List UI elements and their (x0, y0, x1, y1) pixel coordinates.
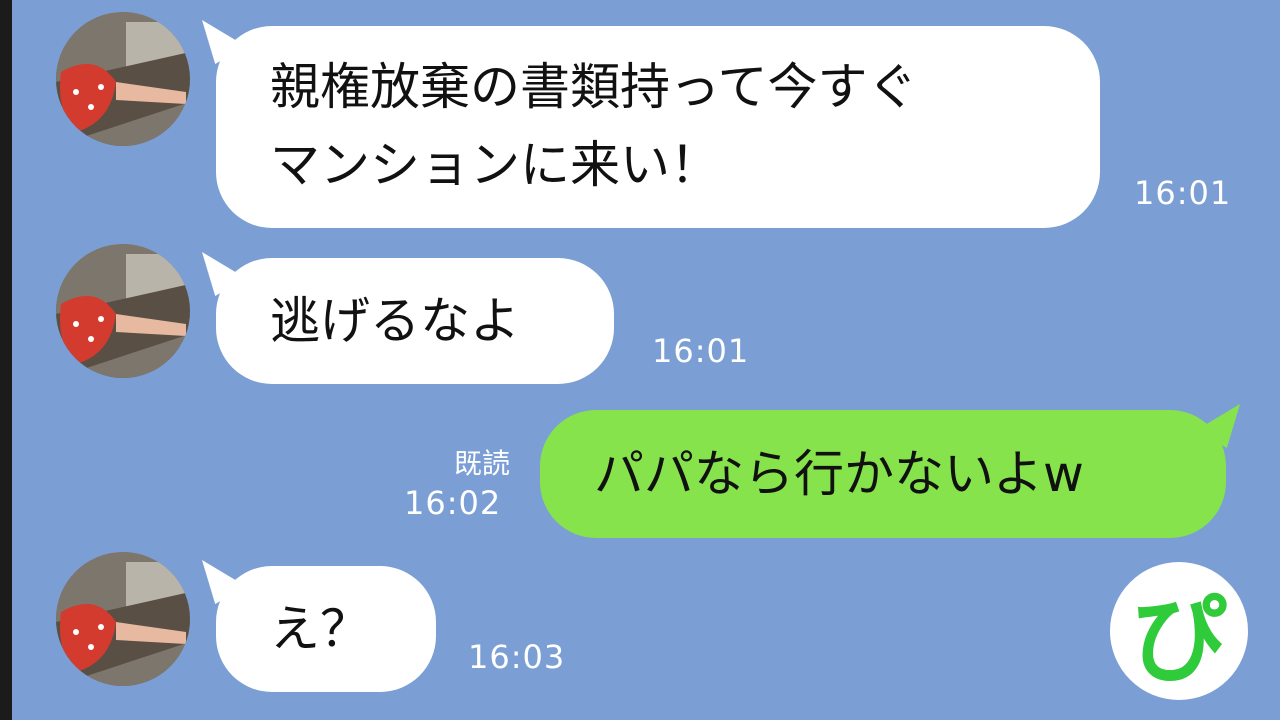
message-4-time: 16:03 (468, 638, 566, 676)
read-status: 既読 (453, 447, 510, 480)
phone-edge (0, 0, 12, 720)
avatar-photo-icon (56, 12, 190, 146)
message-bubble-4[interactable]: え？ (216, 566, 436, 692)
avatar-photo-icon (56, 244, 190, 378)
message-3-line-1: パパなら行かないよw (594, 445, 1084, 503)
message-3-time: 16:02 (404, 484, 502, 522)
message-4-line-1: え？ (270, 600, 370, 658)
avatar[interactable] (56, 244, 190, 378)
message-bubble-3[interactable]: パパなら行かないよw (540, 410, 1226, 538)
avatar[interactable] (56, 12, 190, 146)
message-2-line-1: 逃げるなよ (270, 292, 520, 350)
message-1-line-2: マンションに来い！ (270, 136, 720, 194)
message-2-time: 16:01 (652, 332, 750, 370)
message-bubble-1[interactable]: 親権放棄の書類持って今すぐ マンションに来い！ (216, 26, 1100, 228)
message-1-line-1: 親権放棄の書類持って今すぐ (270, 58, 918, 116)
avatar-photo-icon (56, 552, 190, 686)
message-1-time: 16:01 (1134, 174, 1232, 212)
avatar[interactable] (56, 552, 190, 686)
message-bubble-2[interactable]: 逃げるなよ (216, 258, 614, 384)
logo-text: ぴ (1131, 583, 1227, 696)
pi-logo-icon: ぴ (1110, 562, 1248, 700)
